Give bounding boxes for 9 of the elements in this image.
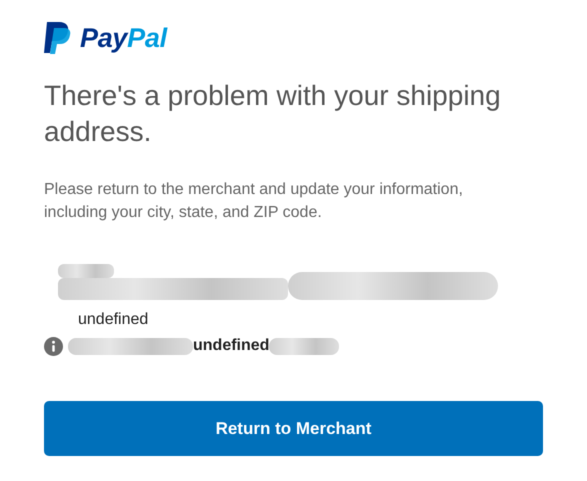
redaction-mark [269,338,340,354]
heading: There's a problem with your shipping address. [44,79,502,149]
logo-icon [44,22,72,54]
message-text: Please return to the merchant and update your information, including your city, state, and ZIP code. [44,180,464,223]
logo-text: PayPal [80,22,167,54]
info-icon [44,336,63,356]
return-button[interactable]: Return to Merchant [44,401,543,456]
address-text: undefined [78,310,150,330]
notice-text: undefined [193,337,270,355]
